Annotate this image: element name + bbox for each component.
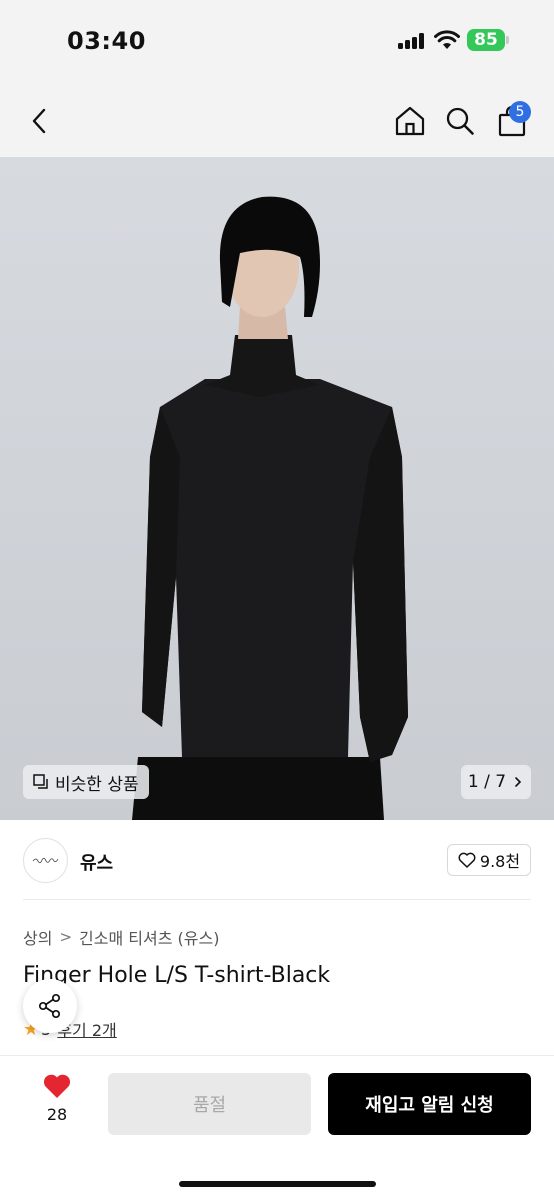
- brand-row[interactable]: 유스 9.8천: [0, 820, 554, 900]
- status-bar: 03:40 85: [0, 0, 554, 84]
- divider: [23, 899, 531, 900]
- restock-alert-button[interactable]: 재입고 알림 신청: [328, 1073, 531, 1135]
- wifi-icon: [434, 30, 460, 49]
- cart-button[interactable]: [490, 84, 534, 157]
- brand-like-count: 9.8천: [479, 852, 521, 871]
- back-button[interactable]: [18, 84, 62, 157]
- share-button[interactable]: [23, 979, 77, 1033]
- cellular-signal-icon: [398, 33, 426, 49]
- brand-logo[interactable]: [23, 838, 68, 883]
- heart-filled-icon: [43, 1074, 71, 1098]
- product-image[interactable]: [0, 157, 554, 820]
- home-icon: [395, 106, 425, 135]
- nav-bar: [0, 84, 554, 157]
- wishlist-count: 28: [46, 1105, 68, 1124]
- search-icon: [446, 107, 474, 135]
- image-counter-button[interactable]: 1 / 7: [461, 765, 531, 799]
- share-icon: [38, 993, 61, 1019]
- breadcrumb-category[interactable]: 상의: [23, 925, 52, 949]
- brand-name[interactable]: 유스: [80, 849, 113, 875]
- breadcrumb: 상의 > 긴소매 티셔츠 (유스): [23, 925, 219, 949]
- wishlist-button[interactable]: 28: [30, 1073, 84, 1124]
- chevron-left-icon: [32, 108, 46, 133]
- breadcrumb-subcategory[interactable]: 긴소매 티셔츠 (유스): [79, 925, 219, 949]
- product-photo: [132, 196, 408, 820]
- brand-like-button[interactable]: 9.8천: [447, 844, 531, 876]
- chevron-right-icon: [515, 777, 522, 787]
- status-time: 03:40: [67, 27, 146, 55]
- similar-products-label: 비슷한 상품: [55, 774, 139, 795]
- home-button[interactable]: [388, 84, 432, 157]
- soldout-button[interactable]: 품절: [108, 1073, 311, 1135]
- battery-tip: [506, 36, 509, 44]
- image-counter: 1 / 7: [467, 772, 507, 792]
- heart-outline-icon: [458, 852, 476, 868]
- similar-items-icon: [33, 774, 48, 789]
- chevron-right-icon: >: [59, 928, 73, 946]
- cart-count-badge: 5: [509, 101, 531, 123]
- search-button[interactable]: [438, 84, 482, 157]
- product-title: Finger Hole L/S T-shirt-Black: [23, 963, 331, 988]
- battery-indicator: 85: [467, 29, 505, 51]
- battery-level: 85: [474, 30, 498, 50]
- similar-products-button[interactable]: 비슷한 상품: [23, 765, 149, 799]
- home-indicator: [179, 1181, 376, 1187]
- brand-signature-logo: [32, 857, 59, 864]
